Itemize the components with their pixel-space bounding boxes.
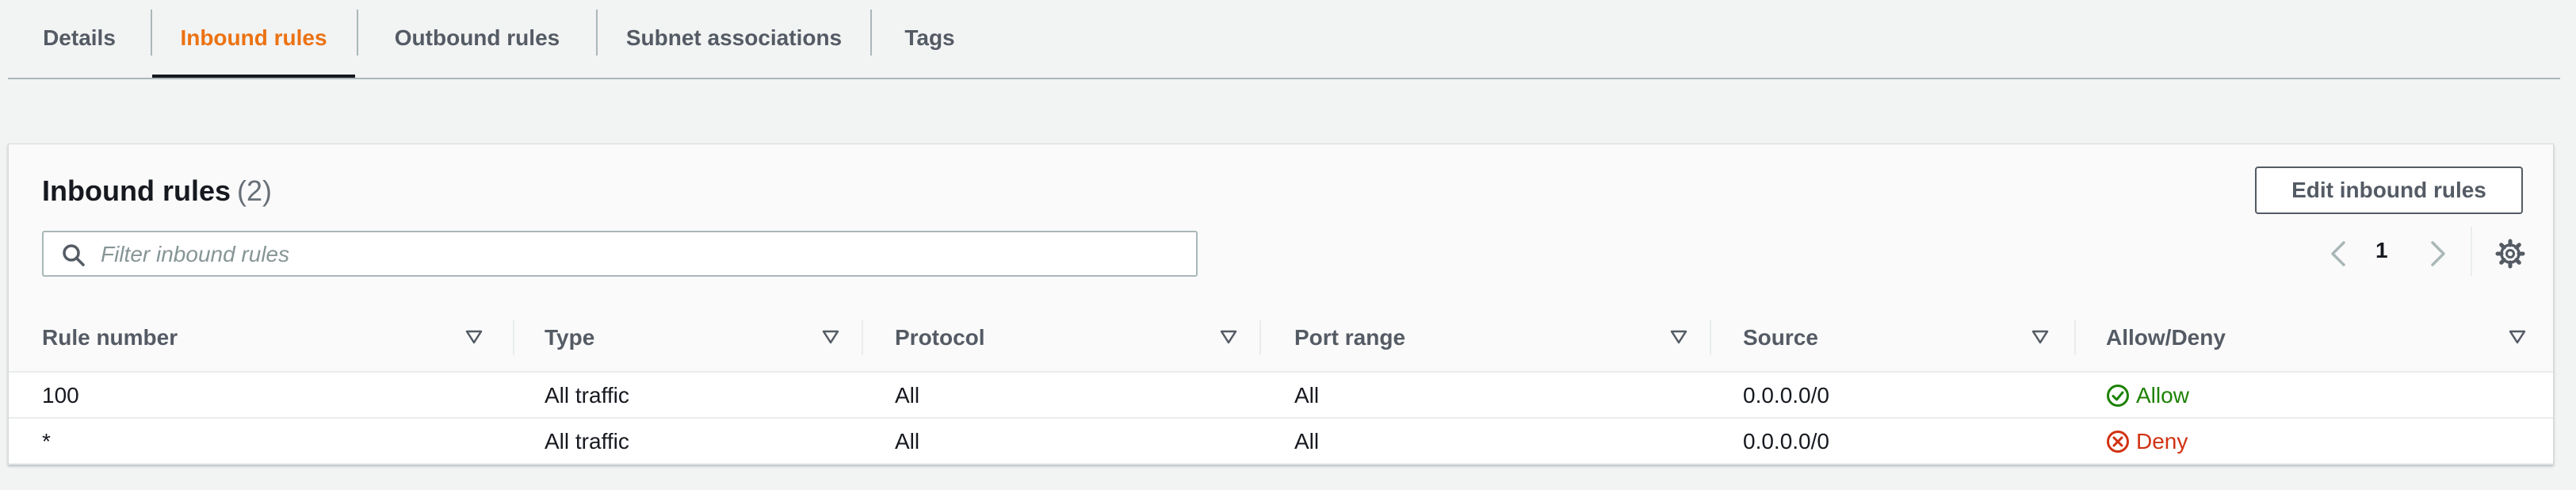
cell-type: All traffic <box>545 429 629 454</box>
search-icon <box>63 244 85 266</box>
sort-triangle-icon[interactable] <box>1668 327 1689 347</box>
filter-inbound-rules-input[interactable] <box>99 237 1188 272</box>
cell-allow-deny: Deny <box>2106 419 2188 465</box>
column-header-source[interactable]: Source <box>1743 303 1818 373</box>
check-circle-icon <box>2107 385 2129 407</box>
table-header: Rule number Type Protocol Port range Sou… <box>9 303 2553 373</box>
cell-source: 0.0.0.0/0 <box>1743 383 1829 408</box>
tab-tags[interactable]: Tags <box>872 0 988 76</box>
chevron-left-icon[interactable] <box>2323 236 2355 271</box>
chevron-right-icon[interactable] <box>2421 236 2453 271</box>
status-allow-text: Allow <box>2136 383 2189 408</box>
column-divider <box>513 320 514 355</box>
cell-rule-number: * <box>42 429 51 454</box>
tab-subnet-associations[interactable]: Subnet associations <box>598 0 870 76</box>
tab-details[interactable]: Details <box>8 0 151 76</box>
table-row[interactable]: * All traffic All All 0.0.0.0/0 Deny <box>9 419 2553 465</box>
tab-inbound-rules[interactable]: Inbound rules <box>152 0 355 78</box>
panel-header: Inbound rules(2) Edit inbound rules 1 <box>9 144 2553 304</box>
column-header-rule-number[interactable]: Rule number <box>42 303 178 373</box>
column-header-allow-deny[interactable]: Allow/Deny <box>2106 303 2226 373</box>
cell-port-range: All <box>1294 383 1320 408</box>
tab-bar: Details Inbound rules Outbound rules Sub… <box>8 0 2560 79</box>
sort-triangle-icon[interactable] <box>820 327 841 347</box>
cell-type: All traffic <box>545 383 629 408</box>
cell-protocol: All <box>895 383 920 408</box>
cell-allow-deny: Allow <box>2106 373 2189 419</box>
tab-outbound-rules[interactable]: Outbound rules <box>358 0 596 76</box>
table-row[interactable]: 100 All traffic All All 0.0.0.0/0 Allow <box>9 373 2553 419</box>
inbound-rules-panel: Inbound rules(2) Edit inbound rules 1 <box>8 144 2554 465</box>
sort-triangle-icon[interactable] <box>464 327 484 347</box>
column-header-type[interactable]: Type <box>545 303 594 373</box>
column-divider <box>1710 320 1711 355</box>
current-page-number[interactable]: 1 <box>2375 238 2388 263</box>
rule-count: (2) <box>237 174 272 207</box>
panel-title: Inbound rules (2) <box>42 174 272 208</box>
sort-triangle-icon[interactable] <box>2507 327 2528 347</box>
x-circle-icon <box>2107 431 2129 453</box>
edit-inbound-rules-button[interactable]: Edit inbound rules <box>2255 167 2523 214</box>
status-deny-text: Deny <box>2136 429 2188 454</box>
column-header-protocol[interactable]: Protocol <box>895 303 985 373</box>
column-header-port-range[interactable]: Port range <box>1294 303 1405 373</box>
column-divider <box>2074 320 2076 355</box>
column-divider <box>1259 320 1261 355</box>
sort-triangle-icon[interactable] <box>1218 327 1239 347</box>
settings-gear-icon[interactable] <box>2494 238 2526 270</box>
cell-protocol: All <box>895 429 920 454</box>
filter-search-box[interactable] <box>42 231 1198 277</box>
column-divider <box>862 320 863 355</box>
pager-divider <box>2471 227 2472 276</box>
sort-triangle-icon[interactable] <box>2030 327 2050 347</box>
cell-rule-number: 100 <box>42 383 79 408</box>
cell-source: 0.0.0.0/0 <box>1743 429 1829 454</box>
cell-port-range: All <box>1294 429 1320 454</box>
panel-title-text: Inbound rules <box>42 174 231 207</box>
